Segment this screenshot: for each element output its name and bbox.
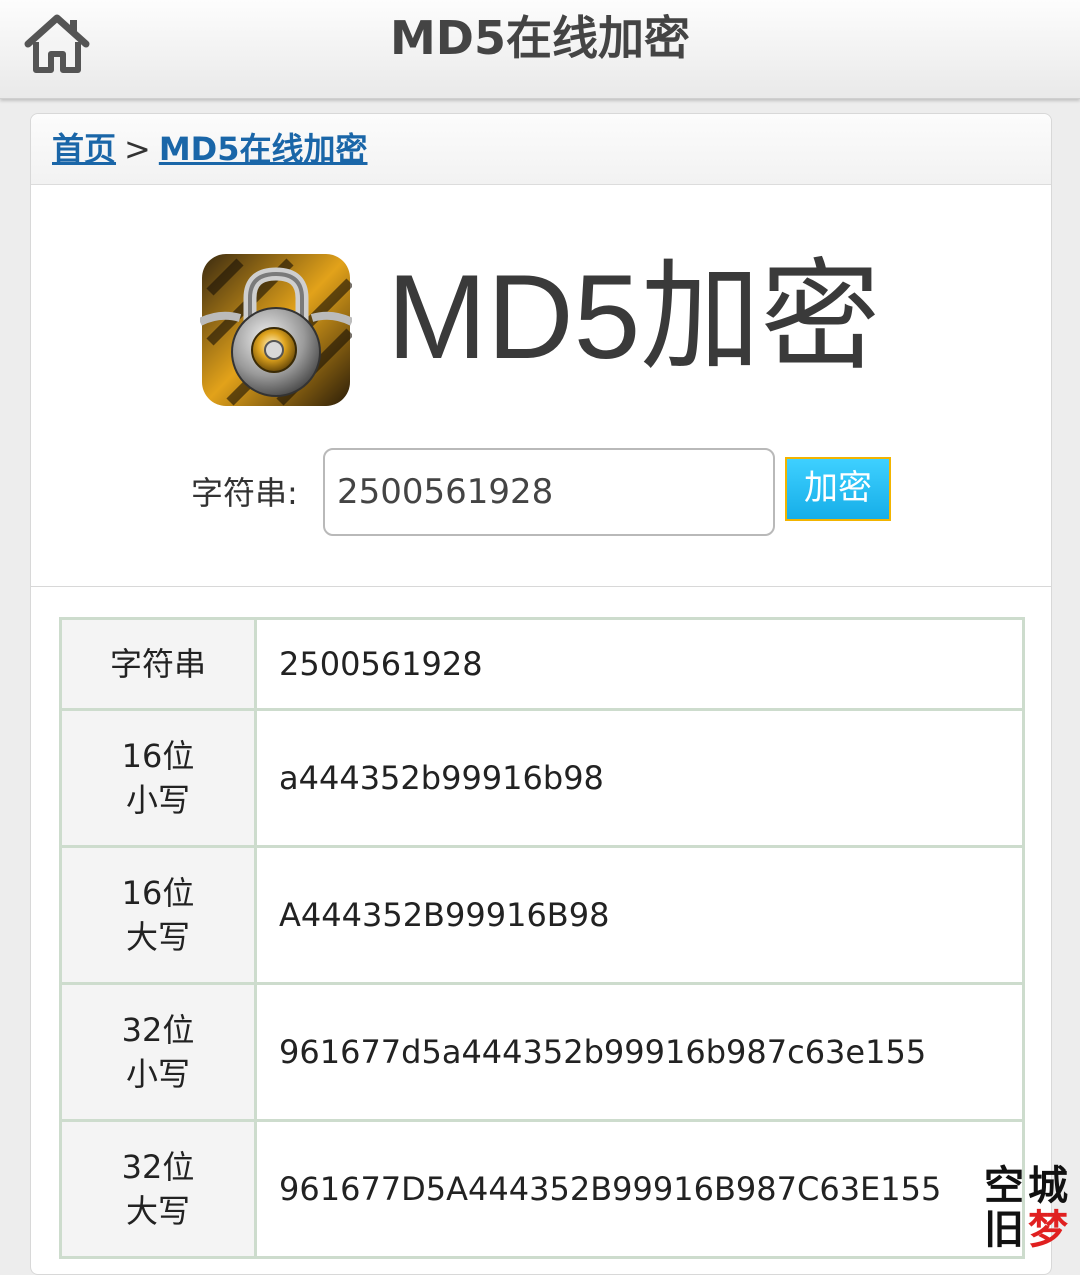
result-value: 2500561928 [254, 617, 1025, 711]
table-row: 32位大写 961677D5A444352B99916B987C63E155 [59, 1119, 1025, 1259]
result-key: 32位大写 [59, 1119, 257, 1259]
watermark-char: 空 [984, 1162, 1024, 1209]
top-bar: MD5在线加密 [0, 0, 1080, 99]
result-value: 961677d5a444352b99916b987c63e155 [254, 982, 1025, 1122]
breadcrumb-home-link[interactable]: 首页 [52, 130, 116, 168]
result-value: a444352b99916b98 [254, 708, 1025, 848]
result-key-line1: 32位 [121, 1148, 195, 1186]
result-key-line2: 大写 [125, 1192, 190, 1230]
divider [31, 586, 1051, 587]
hero-title: MD5加密 [387, 250, 881, 384]
result-key-line2: 小写 [125, 781, 190, 819]
result-key-line1: 16位 [121, 737, 195, 775]
result-key-line1: 32位 [121, 1011, 195, 1049]
string-label: 字符串: [191, 474, 298, 512]
result-table: 字符串 2500561928 16位 小写 a444352b99916b98 16… [59, 617, 1025, 1259]
watermark-char: 城 [1028, 1162, 1068, 1209]
table-row: 16位小写 a444352b99916b98 [59, 708, 1025, 848]
result-key: 32位小写 [59, 982, 257, 1122]
watermark: 空 城 旧 梦 [982, 1164, 1074, 1254]
main-panel: 首页 > MD5在线加密 MD5加密 字符串: 2500561928 加密 字符… [30, 113, 1052, 1275]
result-key: 16位大写 [59, 845, 257, 985]
breadcrumb-separator: > [124, 130, 151, 168]
padlock-icon [200, 254, 352, 406]
encrypt-button[interactable]: 加密 [785, 457, 891, 521]
breadcrumb-current-link[interactable]: MD5在线加密 [159, 130, 368, 168]
hero-section: MD5加密 字符串: 加密 [31, 185, 1051, 585]
table-row: 32位小写 961677d5a444352b99916b987c63e155 [59, 982, 1025, 1122]
page-title: MD5在线加密 [390, 11, 690, 65]
table-row: 16位大写 A444352B99916B98 [59, 845, 1025, 985]
table-row: 字符串 2500561928 [59, 617, 1025, 711]
result-key-line2: 大写 [125, 918, 190, 956]
result-key: 16位小写 [59, 708, 257, 848]
watermark-char: 旧 [984, 1206, 1024, 1253]
result-key-line2: 小写 [125, 1055, 190, 1093]
watermark-char: 梦 [1028, 1206, 1068, 1253]
result-key: 字符串 [59, 617, 257, 711]
result-key-line1: 16位 [121, 874, 195, 912]
string-input[interactable] [323, 448, 775, 536]
breadcrumb: 首页 > MD5在线加密 [31, 114, 1051, 185]
result-value: A444352B99916B98 [254, 845, 1025, 985]
result-value: 961677D5A444352B99916B987C63E155 [254, 1119, 1025, 1259]
result-key-line1: 字符串 [109, 645, 206, 683]
